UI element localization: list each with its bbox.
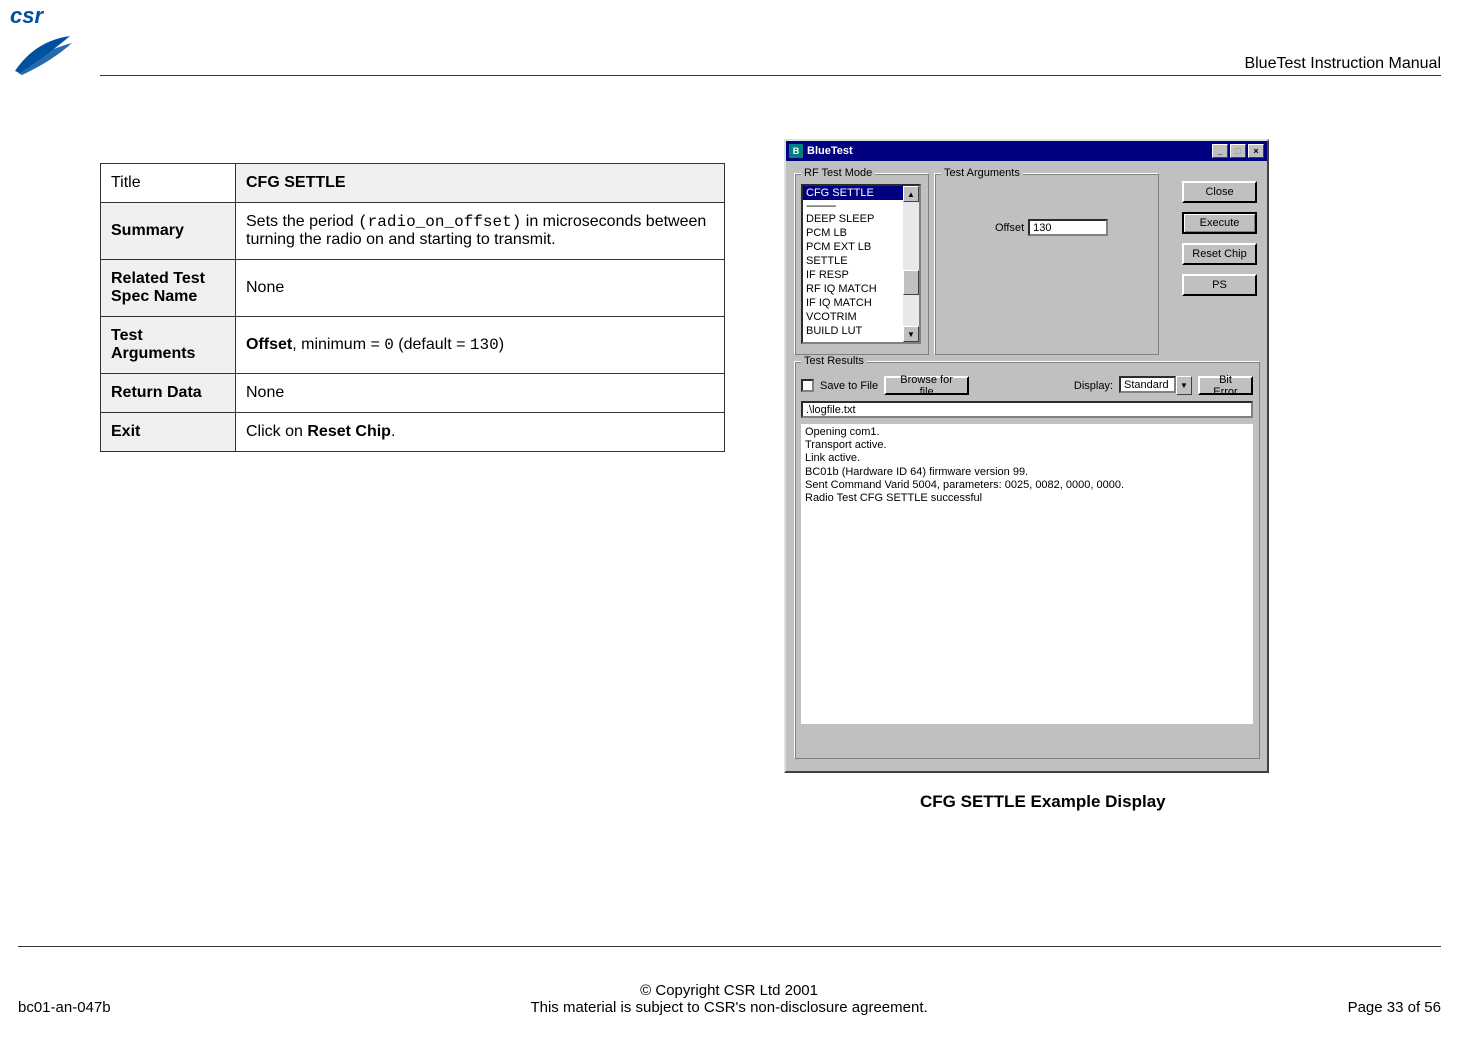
app-icon: B (789, 144, 803, 158)
cell-value: None (236, 374, 725, 413)
listbox-items: CFG SETTLE ----------- DEEP SLEEP PCM LB… (803, 186, 919, 338)
scroll-down-icon[interactable]: ▼ (903, 326, 919, 342)
list-item[interactable]: CFG SETTLE (803, 186, 919, 200)
ps-button[interactable]: PS (1182, 274, 1257, 296)
document-title: BlueTest Instruction Manual (1244, 55, 1441, 73)
footer-divider (18, 946, 1441, 947)
log-output: Opening com1. Transport active. Link act… (801, 424, 1253, 724)
offset-input[interactable] (1028, 219, 1108, 236)
groupbox-label: Test Arguments (941, 167, 1023, 179)
table-row: Exit Click on Reset Chip. (101, 413, 725, 452)
button-column: Close Execute Reset Chip PS (1182, 181, 1257, 296)
table-row: Summary Sets the period (radio_on_offset… (101, 203, 725, 260)
list-item[interactable]: BUILD LUT (803, 324, 919, 338)
test-results-group: Test Results Save to File Browse for fil… (794, 361, 1260, 759)
table-row: Return Data None (101, 374, 725, 413)
groupbox-label: RF Test Mode (801, 167, 875, 179)
logo: csr (10, 3, 90, 83)
cell-value: CFG SETTLE (236, 164, 725, 203)
cell-label: Exit (101, 413, 236, 452)
chevron-down-icon[interactable]: ▼ (1176, 376, 1192, 395)
display-combo[interactable]: ▼ (1119, 376, 1192, 395)
page-number: Page 33 of 56 (1348, 999, 1441, 1016)
execute-button[interactable]: Execute (1182, 212, 1257, 234)
cell-value: Click on Reset Chip. (236, 413, 725, 452)
scroll-up-icon[interactable]: ▲ (903, 186, 919, 202)
list-item[interactable]: VCOTRIM (803, 310, 919, 324)
maximize-button[interactable]: □ (1230, 144, 1246, 158)
list-item[interactable]: IF IQ MATCH (803, 296, 919, 310)
dialog-body: RF Test Mode CFG SETTLE ----------- DEEP… (786, 161, 1267, 771)
offset-label: Offset (995, 222, 1024, 234)
save-to-file-label: Save to File (820, 380, 878, 392)
groupbox-label: Test Results (801, 355, 867, 367)
cell-label: Summary (101, 203, 236, 260)
doc-id: bc01-an-047b (18, 999, 111, 1016)
titlebar[interactable]: B BlueTest _ □ × (786, 141, 1267, 161)
page-header: csr BlueTest Instruction Manual (0, 0, 1459, 85)
scroll-thumb[interactable] (903, 270, 919, 295)
bluetest-window: B BlueTest _ □ × RF Test Mode CFG SETTLE… (784, 139, 1269, 773)
nda-notice: This material is subject to CSR's non-di… (530, 999, 927, 1016)
page-footer: bc01-an-047b © Copyright CSR Ltd 2001 Th… (18, 946, 1441, 1016)
offset-field-row: Offset (995, 219, 1108, 236)
window-controls: _ □ × (1212, 144, 1264, 158)
copyright: © Copyright CSR Ltd 2001 (530, 982, 927, 999)
main-content: Title CFG SETTLE Summary Sets the period… (100, 163, 1441, 951)
rf-listbox[interactable]: CFG SETTLE ----------- DEEP SLEEP PCM LB… (801, 184, 921, 344)
window-title: BlueTest (807, 145, 1212, 157)
display-value[interactable] (1119, 376, 1176, 393)
cell-label: Return Data (101, 374, 236, 413)
spec-table: Title CFG SETTLE Summary Sets the period… (100, 163, 725, 452)
list-item[interactable]: DEEP SLEEP (803, 212, 919, 226)
scrollbar[interactable]: ▲ ▼ (903, 186, 919, 342)
close-button[interactable]: Close (1182, 181, 1257, 203)
test-arguments-group: Test Arguments Offset (934, 173, 1159, 355)
bit-error-button[interactable]: Bit Error (1198, 376, 1253, 395)
list-item[interactable]: PCM LB (803, 226, 919, 240)
cell-label: Related Test Spec Name (101, 260, 236, 317)
footer-row: bc01-an-047b © Copyright CSR Ltd 2001 Th… (18, 982, 1441, 1016)
list-item[interactable]: PCM EXT LB (803, 240, 919, 254)
footer-center: © Copyright CSR Ltd 2001 This material i… (530, 982, 927, 1016)
list-item[interactable]: IF RESP (803, 268, 919, 282)
minimize-button[interactable]: _ (1212, 144, 1228, 158)
logo-swoosh-icon (10, 31, 75, 76)
rf-test-mode-group: RF Test Mode CFG SETTLE ----------- DEEP… (794, 173, 929, 355)
browse-button[interactable]: Browse for file (884, 376, 969, 395)
close-window-button[interactable]: × (1248, 144, 1264, 158)
table-row: Test Arguments Offset, minimum = 0 (defa… (101, 317, 725, 374)
table-row: Related Test Spec Name None (101, 260, 725, 317)
list-item[interactable]: RF IQ MATCH (803, 282, 919, 296)
list-item[interactable]: SETTLE (803, 254, 919, 268)
cell-value: Sets the period (radio_on_offset) in mic… (236, 203, 725, 260)
logo-text: csr (10, 3, 90, 29)
scroll-track[interactable] (903, 202, 919, 326)
list-item[interactable]: ----------- (803, 200, 919, 212)
figure-caption: CFG SETTLE Example Display (920, 792, 1166, 812)
reset-chip-button[interactable]: Reset Chip (1182, 243, 1257, 265)
cell-value: Offset, minimum = 0 (default = 130) (236, 317, 725, 374)
cell-value: None (236, 260, 725, 317)
file-path-input[interactable] (801, 401, 1253, 418)
cell-label: Title (101, 164, 236, 203)
results-toolbar: Save to File Browse for file Display: ▼ … (801, 376, 1253, 395)
cell-label: Test Arguments (101, 317, 236, 374)
header-divider (100, 75, 1441, 76)
table-row: Title CFG SETTLE (101, 164, 725, 203)
display-label: Display: (1074, 380, 1113, 392)
save-to-file-checkbox[interactable] (801, 379, 814, 392)
